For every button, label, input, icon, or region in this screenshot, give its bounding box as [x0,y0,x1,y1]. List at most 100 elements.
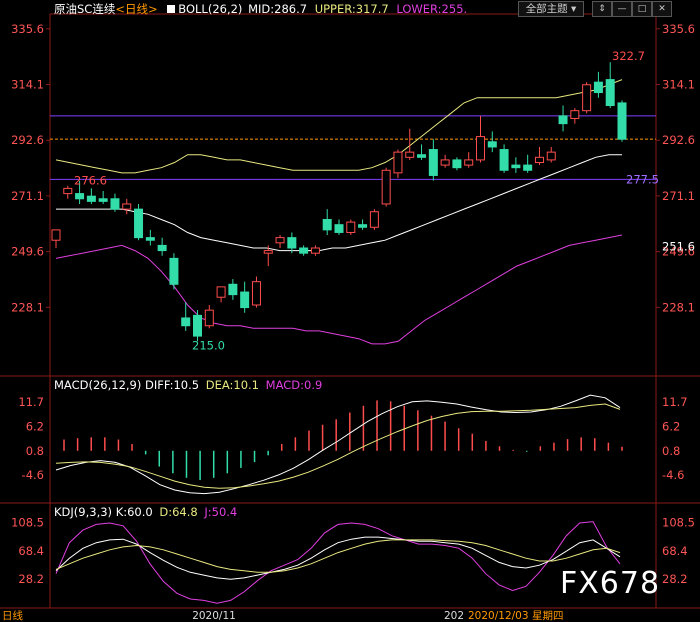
kdj-d-value: D:64.8 [159,505,198,519]
candle-body[interactable] [570,110,580,119]
candle-body[interactable] [134,208,144,239]
candle-body[interactable] [193,314,202,337]
candle-body[interactable] [358,224,368,228]
kdj-axis-label-left: 108.5 [11,516,44,530]
date-label-current: 2020/12/03 [468,610,529,622]
candle-body[interactable] [110,198,120,210]
support-line-value: 277.5 [626,172,659,186]
kdj-k-line [55,536,621,580]
close-icon[interactable]: ✕ [652,1,672,17]
kdj-d-line [55,539,621,573]
candle-body[interactable] [617,102,627,140]
candle-body[interactable] [240,291,250,309]
price-axis-label-left: 314.1 [11,78,44,92]
kdj-header: KDJ(9,3,3) K:60.0 D:64.8 J:50.4 [54,504,237,520]
macd-axis-label-left: 0.8 [26,444,44,458]
candle-body[interactable] [511,164,521,169]
candle-body[interactable] [346,221,356,233]
main-chart-header: 原油SC连续<日线> BOLL(26,2) MID:286.7 UPPER:31… [54,1,467,17]
kdj-j-line [55,521,621,604]
kdj-axis-label-right: 68.4 [662,544,688,558]
candle-body[interactable] [287,237,297,249]
price-axis-label-left: 335.6 [11,22,44,36]
macd-axis-label-right: 11.7 [662,395,688,409]
candle-body[interactable] [582,84,592,112]
candle-body[interactable] [546,151,556,161]
macd-axis-label-left: 6.2 [26,420,44,434]
period-tab: 日线 [2,609,23,622]
candle-body[interactable] [122,203,132,210]
candle-body[interactable] [228,283,238,296]
macd-macd-value: MACD:0.9 [265,378,323,392]
candle-body[interactable] [417,154,427,158]
candle-body[interactable] [487,141,497,148]
candle-body[interactable] [216,286,226,298]
boll-lower-value: LOWER:255. [396,2,468,16]
candle-body[interactable] [405,151,415,158]
candle-body[interactable] [523,164,533,171]
candle-body[interactable] [251,281,261,306]
price-axis-label-left: 271.1 [11,189,44,203]
candle-body[interactable] [558,115,568,125]
candle-body[interactable] [334,224,344,233]
candle-body[interactable] [86,195,96,202]
candle-body[interactable] [204,309,214,327]
kdj-axis-label-right: 28.2 [662,572,688,586]
candle-body[interactable] [381,169,391,205]
boll-lower-line [55,234,623,345]
candle-body[interactable] [299,247,309,254]
candle-body[interactable] [428,149,438,176]
kdj-axis-label-left: 28.2 [18,572,44,586]
candle-body[interactable] [499,149,509,171]
candle-body[interactable] [593,81,603,94]
candle-body[interactable] [440,159,450,166]
kdj-indicator-name[interactable]: KDJ(9,3,3) [54,505,112,519]
candle-body[interactable] [464,159,474,166]
price-axis-label-right: 228.1 [662,300,695,314]
candle-body[interactable] [51,229,61,241]
boll-upper-value: UPPER:317.7 [314,2,389,16]
candle-body[interactable] [275,237,285,244]
price-axis-label-left: 292.6 [11,133,44,147]
left-price-marker: 276.6 [74,174,107,188]
macd-axis-label-left: 11.7 [18,395,44,409]
price-axis-label-right: 314.1 [662,78,695,92]
candle-body[interactable] [169,257,179,285]
candle-body[interactable] [145,237,155,241]
kdj-axis-label-right: 108.5 [662,516,695,530]
candle-body[interactable] [181,317,191,327]
maximize-icon[interactable]: □ [632,1,652,17]
candle-body[interactable] [157,244,167,252]
macd-axis-label-left: -4.6 [22,468,44,482]
minimize-icon[interactable]: — [612,1,632,17]
candle-body[interactable] [393,151,403,174]
macd-axis-label-right: 6.2 [662,420,680,434]
price-axis-label-right: 292.6 [662,133,695,147]
resize-icon[interactable]: ⇕ [592,1,612,17]
candle-body[interactable] [98,198,108,202]
boll-indicator-name[interactable]: BOLL(26,2) [178,2,242,16]
candle-body[interactable] [63,187,73,195]
price-axis-label-left: 249.6 [11,245,44,259]
candle-body[interactable] [263,250,273,254]
candle-body[interactable] [369,211,379,228]
price-axis-label-right: 271.1 [662,189,695,203]
macd-indicator-name[interactable]: MACD(26,12,9) [54,378,141,392]
boll-mid-value: MID:286.7 [248,2,308,16]
candle-body[interactable] [476,136,485,161]
weekday-label: 星期四 [532,610,564,622]
kdj-j-value: J:50.4 [204,505,238,519]
price-chart-canvas[interactable]: 335.6 335.6 314.1 314.1 292.6 292.6 271.1 271.1… [0,0,700,622]
candle-body[interactable] [452,159,462,169]
candle-body[interactable] [310,247,320,254]
macd-dea-value: DEA:10.1 [205,378,260,392]
period-label[interactable]: <日线> [115,2,157,16]
low-price-label: 215.0 [192,338,225,352]
candle-body[interactable] [322,219,332,231]
candle-body[interactable] [534,156,544,163]
theme-select-button[interactable]: 全部主题 [518,1,584,17]
candle-body[interactable] [605,79,615,107]
candle-body[interactable] [75,193,85,200]
macd-dea-line [55,403,621,489]
kdj-axis-label-left: 68.4 [18,544,44,558]
